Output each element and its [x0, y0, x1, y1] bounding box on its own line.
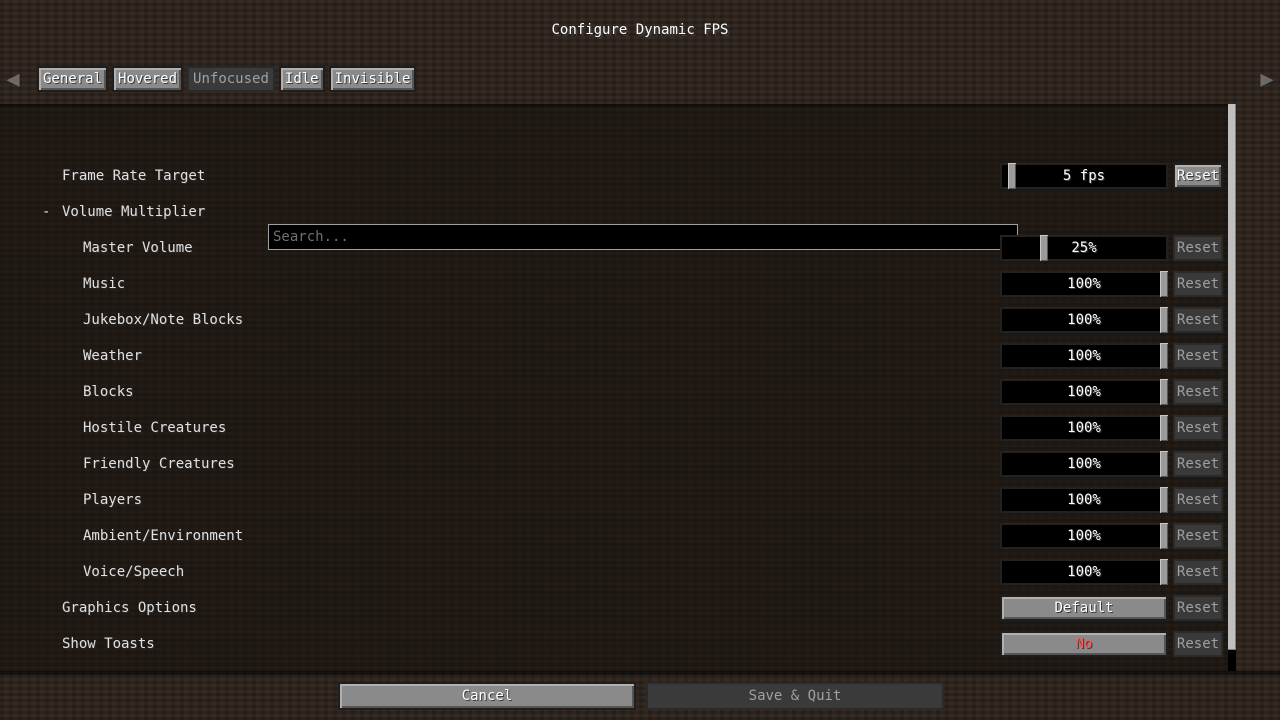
- tab-invisible[interactable]: Invisible: [328, 66, 417, 92]
- cancel-button[interactable]: Cancel: [338, 682, 636, 710]
- row-volume: Hostile Creatures 100% Reset: [0, 414, 1234, 442]
- volume-2-reset-button: Reset: [1173, 307, 1223, 333]
- footer-divider: [0, 671, 1280, 675]
- row-volume: Jukebox/Note Blocks 100% Reset: [0, 306, 1234, 334]
- graphics-value-button[interactable]: Default: [1000, 595, 1168, 621]
- tab-bar: ◀ General Hovered Unfocused Idle Invisib…: [0, 64, 1280, 94]
- tab-hovered[interactable]: Hovered: [112, 66, 184, 92]
- graphics-label: Graphics Options: [62, 600, 197, 616]
- toasts-label: Show Toasts: [62, 636, 155, 652]
- volume-6-slider-value: 100%: [1067, 456, 1101, 472]
- volume-2-label: Jukebox/Note Blocks: [83, 312, 244, 328]
- row-toasts: Show Toasts No Reset: [0, 630, 1234, 658]
- volume-5-slider-value: 100%: [1067, 420, 1101, 436]
- screen-title: Configure Dynamic FPS: [551, 22, 729, 38]
- row-volume: Players 100% Reset: [0, 486, 1234, 514]
- volume-0-slider-value: 25%: [1071, 240, 1097, 256]
- tab-list: General Hovered Unfocused Idle Invisible: [37, 66, 417, 92]
- scrollbar-thumb[interactable]: [1228, 104, 1236, 650]
- row-frame-rate: Frame Rate Target 5 fps Reset: [0, 162, 1234, 190]
- volume-1-slider[interactable]: 100%: [1000, 271, 1168, 297]
- toasts-reset-button: Reset: [1173, 631, 1223, 657]
- volume-6-reset-button: Reset: [1173, 451, 1223, 477]
- volume-7-slider[interactable]: 100%: [1000, 487, 1168, 513]
- volume-3-slider[interactable]: 100%: [1000, 343, 1168, 369]
- row-graphics: Graphics Options Default Reset: [0, 594, 1234, 622]
- volume-5-label: Hostile Creatures: [83, 420, 227, 436]
- volume-8-label: Ambient/Environment: [83, 528, 244, 544]
- row-volume: Master Volume 25% Reset: [0, 234, 1234, 262]
- volume-1-slider-value: 100%: [1067, 276, 1101, 292]
- volume-6-label: Friendly Creatures: [83, 456, 235, 472]
- volume-7-reset-button: Reset: [1173, 487, 1223, 513]
- toasts-value-text: No: [1075, 636, 1093, 652]
- volume-4-label: Blocks: [83, 384, 134, 400]
- frame-rate-slider[interactable]: 5 fps: [1000, 163, 1168, 189]
- row-volume: Voice/Speech 100% Reset: [0, 558, 1234, 586]
- row-volume: Weather 100% Reset: [0, 342, 1234, 370]
- volume-3-reset-button: Reset: [1173, 343, 1223, 369]
- volume-9-slider[interactable]: 100%: [1000, 559, 1168, 585]
- frame-rate-slider-value: 5 fps: [1062, 168, 1106, 184]
- volume-9-slider-value: 100%: [1067, 564, 1101, 580]
- volume-0-slider[interactable]: 25%: [1000, 235, 1168, 261]
- save-quit-button: Save & Quit: [646, 682, 944, 710]
- volume-9-label: Voice/Speech: [83, 564, 185, 580]
- volume-5-reset-button: Reset: [1173, 415, 1223, 441]
- volume-3-label: Weather: [83, 348, 143, 364]
- volume-4-slider-value: 100%: [1067, 384, 1101, 400]
- volume-4-slider[interactable]: 100%: [1000, 379, 1168, 405]
- volume-3-slider-value: 100%: [1067, 348, 1101, 364]
- arrow-right-icon[interactable]: ▶: [1260, 67, 1274, 93]
- row-volume: Blocks 100% Reset: [0, 378, 1234, 406]
- volume-0-reset-button: Reset: [1173, 235, 1223, 261]
- volume-0-label: Master Volume: [83, 240, 193, 256]
- volume-7-label: Players: [83, 492, 143, 508]
- graphics-reset-button: Reset: [1173, 595, 1223, 621]
- volume-8-slider[interactable]: 100%: [1000, 523, 1168, 549]
- volume-1-reset-button: Reset: [1173, 271, 1223, 297]
- volume-1-label: Music: [83, 276, 126, 292]
- volume-8-slider-value: 100%: [1067, 528, 1101, 544]
- collapse-toggle-icon[interactable]: -: [42, 198, 50, 226]
- row-volume: Friendly Creatures 100% Reset: [0, 450, 1234, 478]
- row-volume: Ambient/Environment 100% Reset: [0, 522, 1234, 550]
- volume-7-slider-value: 100%: [1067, 492, 1101, 508]
- volume-9-reset-button: Reset: [1173, 559, 1223, 585]
- tab-unfocused: Unfocused: [187, 66, 275, 92]
- volume-2-slider-value: 100%: [1067, 312, 1101, 328]
- volume-8-reset-button: Reset: [1173, 523, 1223, 549]
- volume-2-slider[interactable]: 100%: [1000, 307, 1168, 333]
- volume-5-slider[interactable]: 100%: [1000, 415, 1168, 441]
- tab-idle[interactable]: Idle: [278, 66, 325, 92]
- volume-6-slider[interactable]: 100%: [1000, 451, 1168, 477]
- tab-general[interactable]: General: [37, 66, 109, 92]
- volume-group-label: Volume Multiplier: [62, 204, 206, 220]
- toasts-value-button[interactable]: No: [1000, 631, 1168, 657]
- frame-rate-label: Frame Rate Target: [62, 168, 206, 184]
- row-volume: Music 100% Reset: [0, 270, 1234, 298]
- row-volume-group: - Volume Multiplier: [0, 198, 1234, 226]
- frame-rate-reset-button[interactable]: Reset: [1173, 163, 1223, 189]
- volume-4-reset-button: Reset: [1173, 379, 1223, 405]
- arrow-left-icon[interactable]: ◀: [6, 67, 20, 93]
